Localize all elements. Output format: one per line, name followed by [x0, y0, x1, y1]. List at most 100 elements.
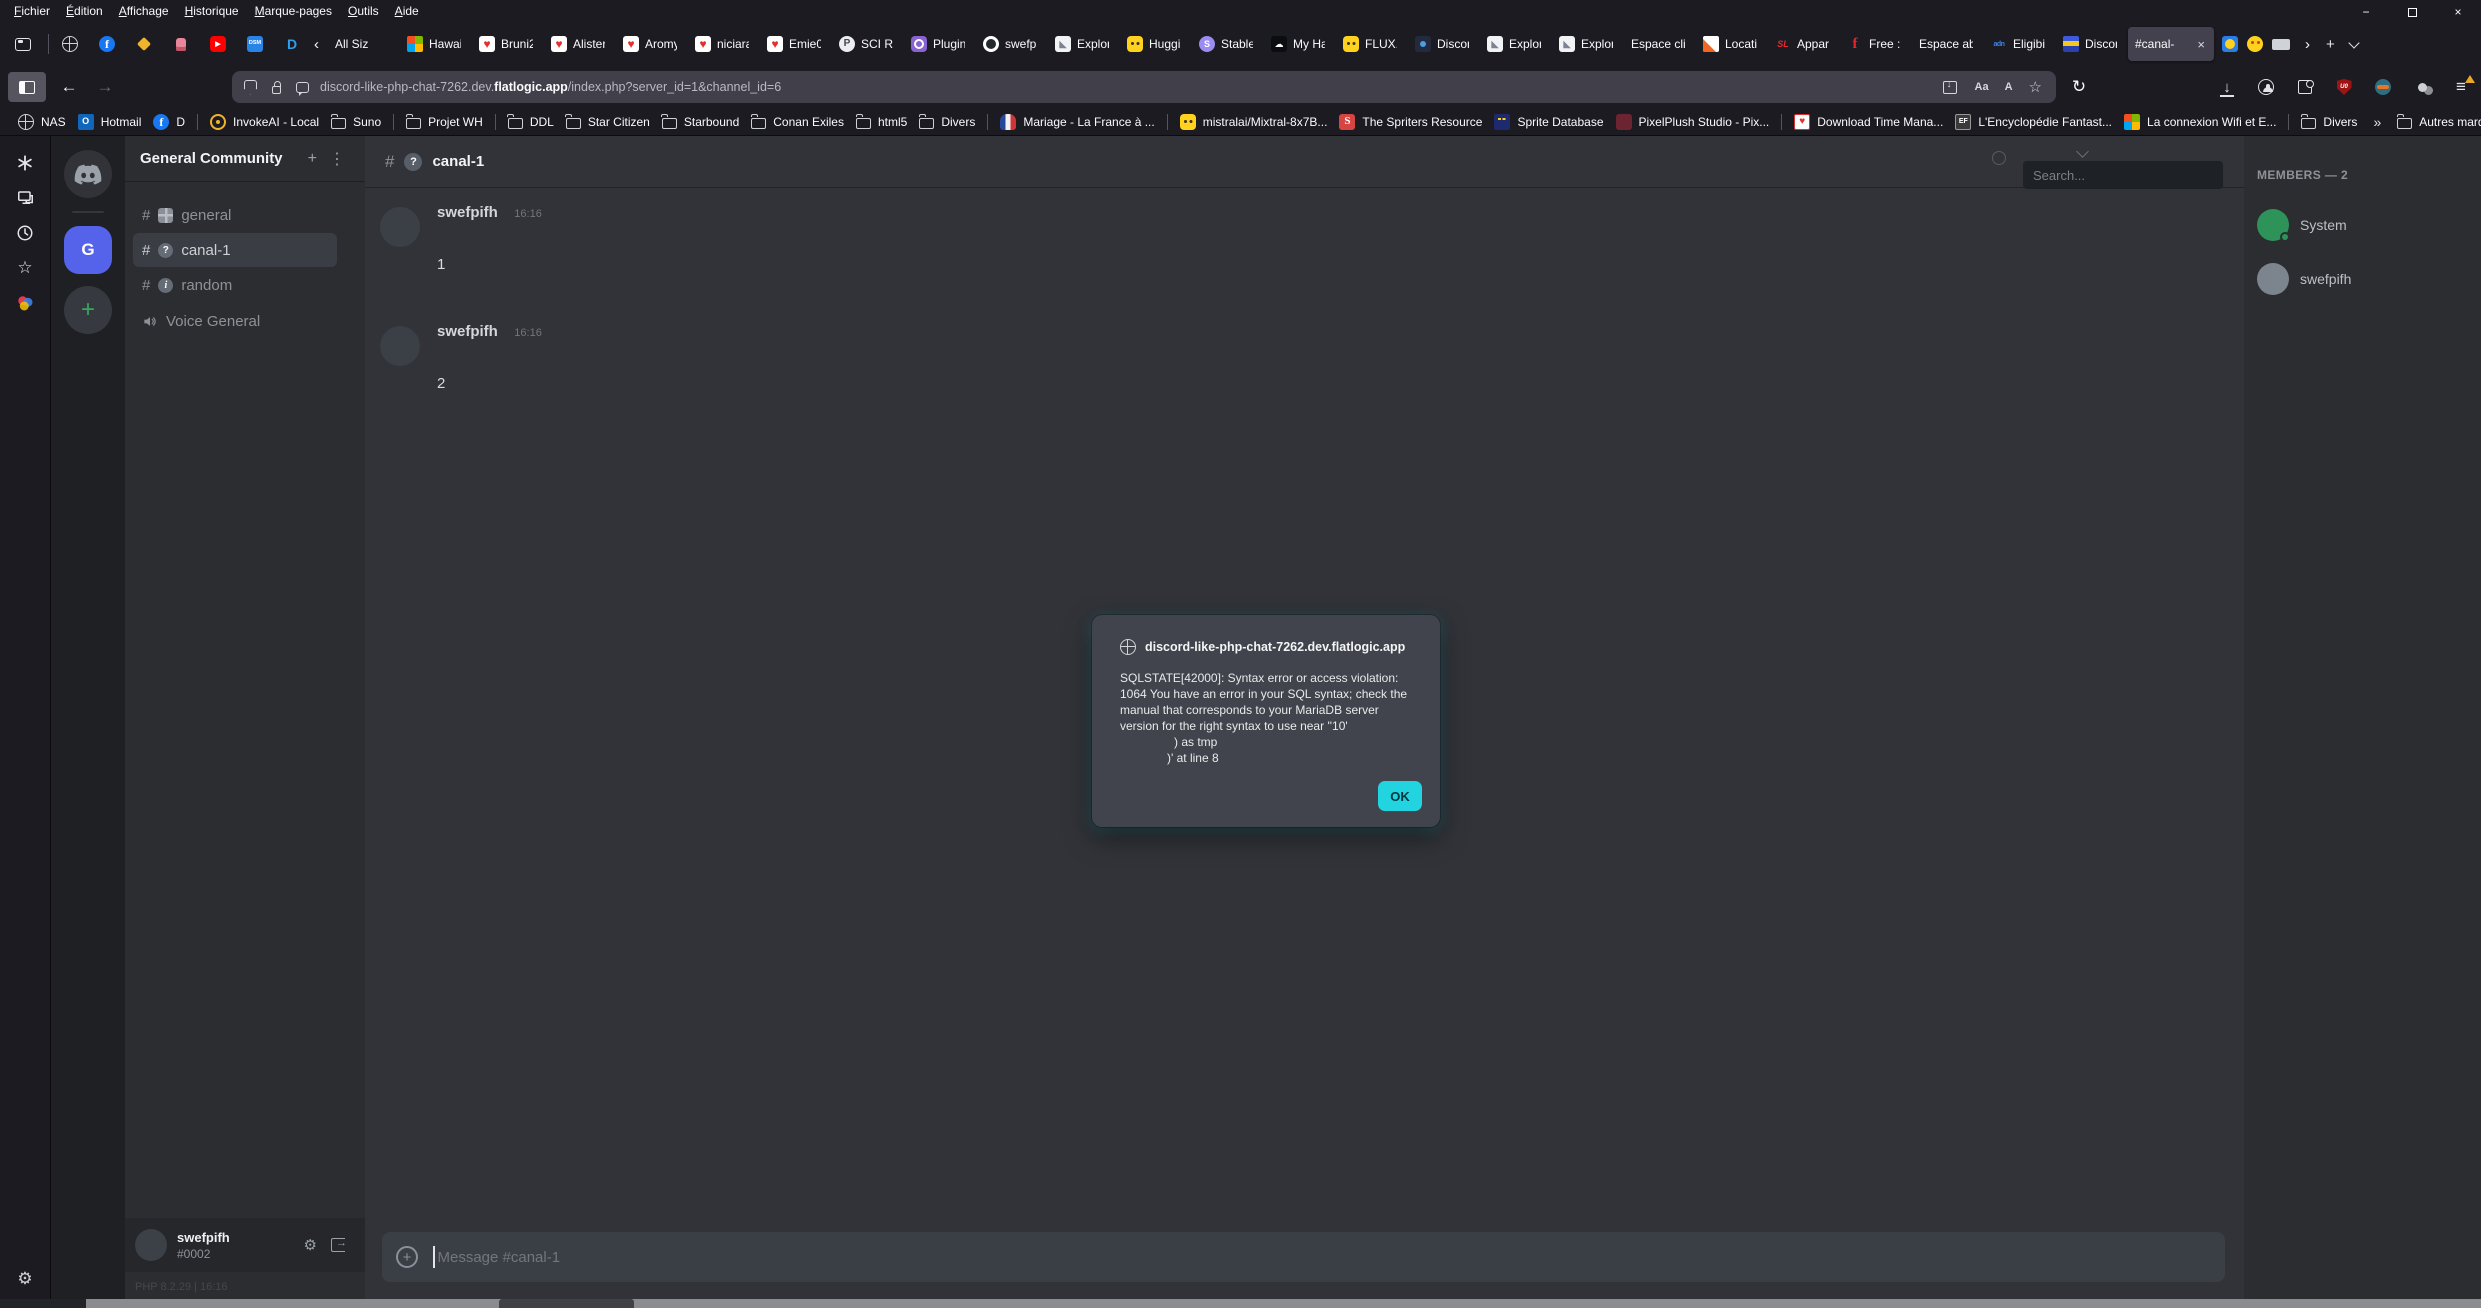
bookmark-item[interactable]: mistralai/Mixtral-8x7B... [1174, 111, 1334, 133]
member-item[interactable]: System [2257, 204, 2481, 246]
bookmark-item[interactable] [197, 114, 198, 130]
browser-tab[interactable]: Explor [1048, 27, 1116, 61]
bookmark-item[interactable]: Conan Exiles [745, 112, 850, 132]
bookmark-item[interactable]: NAS [12, 111, 72, 133]
browser-tab[interactable]: My Ha [1264, 27, 1332, 61]
close-tab-icon[interactable]: × [2195, 37, 2207, 52]
sidebar-toggle-button[interactable] [8, 72, 46, 102]
other-bookmarks-folder[interactable]: Autres marque-pages [2391, 112, 2481, 132]
browser-tab[interactable]: Espace abo [1912, 27, 1980, 61]
bookmark-item[interactable]: InvokeAI - Local [204, 111, 325, 133]
browser-tab[interactable]: Explor [1480, 27, 1548, 61]
account-icon[interactable] [2256, 77, 2276, 97]
pinned-tab[interactable] [129, 29, 159, 59]
bookmark-item[interactable] [1781, 114, 1782, 130]
bookmark-item[interactable] [2288, 114, 2289, 130]
menu-item[interactable]: Fichier [6, 2, 58, 20]
search-input[interactable] [2023, 161, 2223, 189]
bookmark-item[interactable] [393, 114, 394, 130]
message-avatar[interactable] [380, 207, 420, 247]
settings-gear-icon[interactable]: ⚙ [0, 1269, 50, 1289]
browser-tab[interactable]: Stable [1192, 27, 1260, 61]
scroll-tabs-right-icon[interactable]: › [2298, 36, 2317, 53]
message-input-bar[interactable]: + [382, 1232, 2225, 1282]
browser-tab[interactable]: Eligibi [1984, 27, 2052, 61]
scroll-tabs-left-icon[interactable]: ‹ [307, 36, 326, 53]
channel-item[interactable]: random [133, 268, 337, 302]
translate-icon[interactable]: Aa [1975, 81, 1989, 93]
menu-item[interactable]: Aide [387, 2, 427, 20]
screenshot-tool-icon[interactable] [15, 188, 35, 208]
browser-tab[interactable]: FLUX.2 [1336, 27, 1404, 61]
firefox-view-button[interactable] [8, 29, 38, 59]
browser-tab[interactable]: Discor [2056, 27, 2124, 61]
menu-item[interactable]: Historique [177, 2, 247, 20]
browser-tab[interactable]: Hawai [400, 27, 468, 61]
server-icon-g[interactable]: G [64, 226, 112, 274]
bookmark-item[interactable] [495, 114, 496, 130]
translate-page-icon[interactable]: A [2005, 81, 2013, 93]
bookmark-item[interactable]: Hotmail [72, 111, 148, 133]
tracking-shield-icon[interactable] [242, 79, 259, 96]
permissions-icon[interactable] [294, 79, 311, 96]
ok-button[interactable]: OK [1378, 781, 1422, 811]
add-server-button[interactable]: + [64, 286, 112, 334]
browser-tab[interactable]: Huggi [1120, 27, 1188, 61]
voice-channel-item[interactable]: Voice General [133, 304, 337, 338]
channel-item[interactable]: canal-1 [133, 233, 337, 267]
pinned-tab[interactable] [277, 29, 307, 59]
bookmarks-star-sidebar-icon[interactable]: ☆ [15, 258, 35, 278]
extensions-puzzle-icon[interactable] [2295, 77, 2315, 97]
member-item[interactable]: swefpifh [2257, 258, 2481, 300]
bookmark-item[interactable]: Download Time Mana... [1788, 111, 1949, 133]
minimize-button[interactable]: − [2343, 0, 2389, 24]
header-circle-icon[interactable] [1992, 151, 2006, 165]
browser-tab[interactable]: Discor [1408, 27, 1476, 61]
pinned-tab[interactable] [166, 29, 196, 59]
url-bar[interactable]: discord-like-php-chat-7262.dev.flatlogic… [232, 71, 2056, 103]
close-button[interactable]: × [2435, 0, 2481, 24]
browser-tab[interactable]: niciara [688, 27, 756, 61]
browser-tab[interactable]: SCI RE [832, 27, 900, 61]
bookmark-item[interactable] [987, 114, 988, 130]
more-options-icon[interactable]: ⋮ [323, 149, 351, 169]
robot-extension-icon[interactable] [2373, 77, 2393, 97]
maximize-button[interactable] [2389, 0, 2435, 24]
browser-tab[interactable]: Explor [1552, 27, 1620, 61]
browser-tab[interactable]: Emie0 [760, 27, 828, 61]
history-clock-icon[interactable] [15, 223, 35, 243]
bookmark-item[interactable]: Suno [325, 112, 387, 132]
bookmark-item[interactable]: La connexion Wifi et E... [2118, 111, 2282, 133]
bookmark-item[interactable]: Mariage - La France à ... [994, 111, 1160, 133]
ublock-extension-icon[interactable]: U0 [2334, 77, 2354, 97]
browser-tab[interactable]: Alister [544, 27, 612, 61]
browser-tab[interactable]: Locati [1696, 27, 1764, 61]
user-avatar[interactable] [135, 1229, 167, 1261]
menu-item[interactable]: Marque-pages [247, 2, 340, 20]
message-author[interactable]: swefpifh [437, 204, 498, 221]
bookmark-item[interactable]: Starbound [656, 112, 745, 132]
bookmark-item[interactable]: PixelPlush Studio - Pix... [1610, 111, 1776, 133]
logout-icon[interactable] [331, 1238, 345, 1252]
bookmarks-overflow-icon[interactable]: » [2363, 114, 2391, 130]
browser-tab[interactable]: swefpi [976, 27, 1044, 61]
browser-tab[interactable]: Aromy [616, 27, 684, 61]
reload-button[interactable]: ↻ [2062, 72, 2096, 102]
browser-tab[interactable]: Plugin [904, 27, 972, 61]
discord-home-button[interactable] [64, 150, 112, 198]
emoji-tab[interactable] [2272, 39, 2290, 50]
save-page-icon[interactable] [1942, 79, 1959, 96]
add-channel-icon[interactable]: + [302, 150, 323, 168]
browser-tab[interactable]: All Siz [328, 27, 396, 61]
pinned-tab[interactable] [240, 29, 270, 59]
pinned-tab[interactable] [92, 29, 122, 59]
bookmark-item[interactable]: L'Encyclopédie Fantast... [1949, 111, 2118, 133]
back-button[interactable]: ← [52, 72, 86, 102]
bookmark-item[interactable]: html5 [850, 112, 913, 132]
browser-tab[interactable]: Free : [1840, 27, 1908, 61]
grey-extension-icon[interactable] [2412, 77, 2432, 97]
list-all-tabs-icon[interactable] [2348, 37, 2359, 48]
colorful-extension-icon[interactable] [15, 293, 35, 313]
menu-item[interactable]: Affichage [111, 2, 177, 20]
browser-tab[interactable]: Bruni2 [472, 27, 540, 61]
